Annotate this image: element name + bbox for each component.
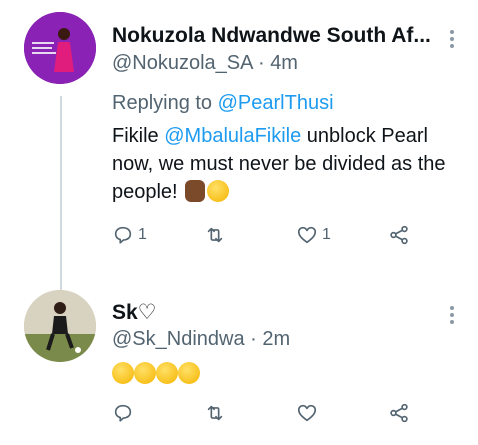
handle-time: @Sk_Ndindwa · 2m <box>112 328 290 351</box>
replying-to: Replying to @PearlThusi <box>112 92 334 115</box>
timestamp[interactable]: 4m <box>270 52 298 74</box>
display-name[interactable]: Nokuzola Ndwandwe South Af... <box>112 24 442 48</box>
rolling-laughing-emoji-icon <box>178 362 200 384</box>
tweet-reply[interactable]: Sk♡ @Sk_Ndindwa · 2m <box>0 280 478 445</box>
tears-of-joy-emoji-icon <box>156 362 178 384</box>
user-handle[interactable]: @Sk_Ndindwa <box>112 328 245 350</box>
reply-button[interactable] <box>112 402 138 424</box>
handle-time: @Nokuzola_SA · 4m <box>112 52 298 75</box>
tweet-actions <box>112 402 422 432</box>
more-vertical-icon[interactable] <box>448 30 456 48</box>
reply-icon <box>114 226 132 244</box>
replying-to-link[interactable]: @PearlThusi <box>218 92 334 114</box>
raised-fist-emoji-icon <box>185 180 206 202</box>
more-vertical-icon[interactable] <box>448 306 456 324</box>
tweet-text <box>112 360 462 388</box>
retweet-icon <box>207 405 223 421</box>
tweet-text-start: Fikile <box>112 125 165 147</box>
share-button[interactable] <box>388 224 410 246</box>
separator: · <box>257 52 265 74</box>
like-button[interactable]: 1 <box>296 224 331 246</box>
like-count: 1 <box>322 226 331 243</box>
mention-link[interactable]: @MbalulaFikile <box>164 125 301 147</box>
tweet-actions: 1 1 <box>112 224 422 254</box>
tweet-reply[interactable]: Nokuzola Ndwandwe South Af... @Nokuzola_… <box>0 0 478 280</box>
share-button[interactable] <box>388 402 410 424</box>
heart-icon <box>297 404 317 422</box>
tears-of-joy-emoji-icon <box>112 362 134 384</box>
heart-icon <box>297 226 317 244</box>
share-icon <box>390 403 408 423</box>
tears-of-joy-emoji-icon <box>134 362 156 384</box>
reply-button[interactable]: 1 <box>112 224 147 246</box>
avatar[interactable] <box>24 12 96 84</box>
like-button[interactable] <box>296 402 322 424</box>
share-icon <box>390 225 408 245</box>
separator: · <box>250 328 257 350</box>
avatar-image <box>24 12 96 84</box>
avatar-image <box>24 290 96 362</box>
replying-prefix: Replying to <box>112 92 218 114</box>
reply-count: 1 <box>138 226 147 243</box>
timestamp[interactable]: 2m <box>262 328 290 350</box>
retweet-button[interactable] <box>204 224 230 246</box>
user-handle[interactable]: @Nokuzola_SA <box>112 52 252 74</box>
avatar[interactable] <box>24 290 96 362</box>
grinning-face-emoji-icon <box>207 180 230 202</box>
display-name[interactable]: Sk♡ <box>112 300 157 325</box>
reply-icon <box>114 404 132 422</box>
tweet-text: Fikile @MbalulaFikile unblock Pearl now,… <box>112 122 462 206</box>
retweet-button[interactable] <box>204 402 230 424</box>
retweet-icon <box>207 227 223 243</box>
